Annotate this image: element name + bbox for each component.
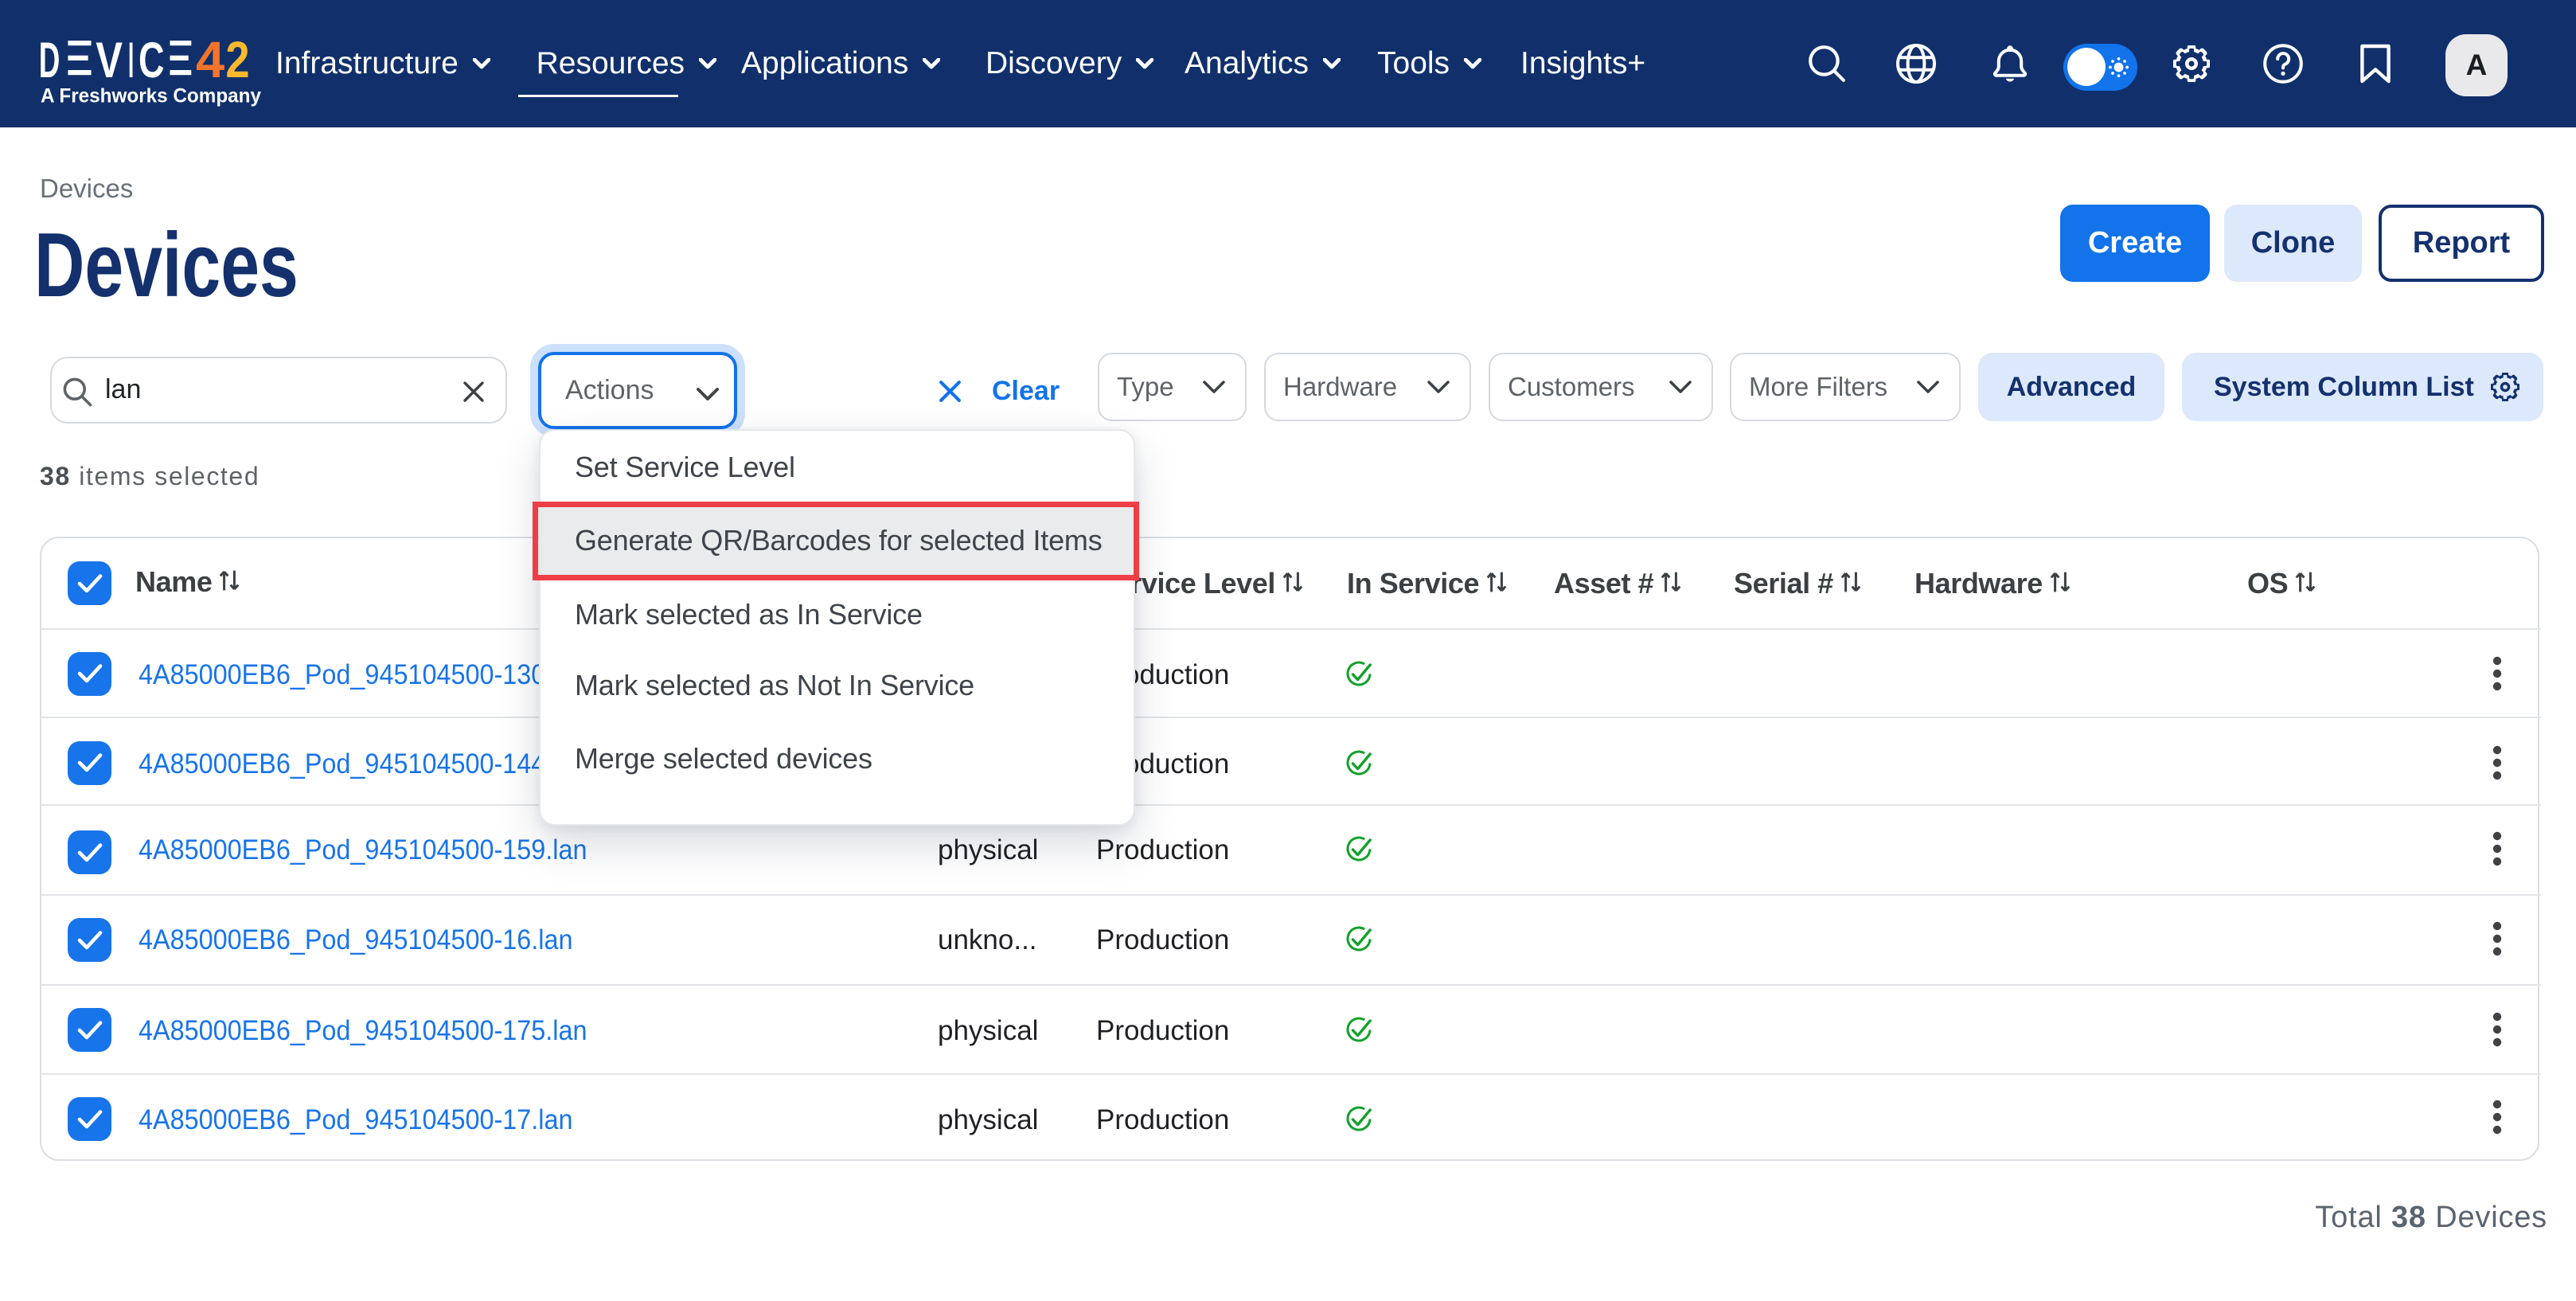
svg-text:2: 2 [225, 38, 249, 88]
svg-text:I: I [128, 38, 134, 88]
svg-text:D: D [39, 38, 60, 88]
svg-text:A Freshworks Company: A Freshworks Company [41, 85, 261, 107]
svg-text:4: 4 [196, 38, 225, 88]
svg-text:C: C [139, 38, 165, 88]
svg-text:V: V [96, 38, 123, 88]
